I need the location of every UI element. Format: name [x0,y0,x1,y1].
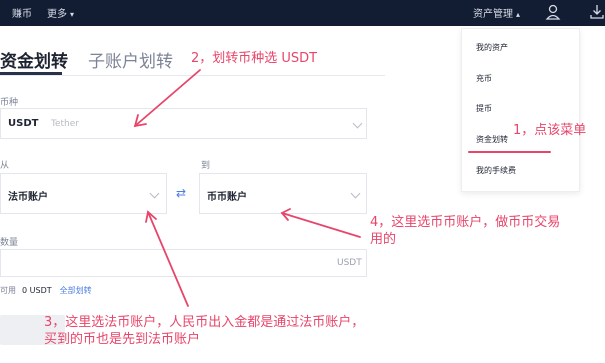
arrow-3 [147,211,189,307]
arrow-2 [134,69,201,127]
annotation-arrows [133,69,361,307]
arrow-4 [281,212,361,238]
